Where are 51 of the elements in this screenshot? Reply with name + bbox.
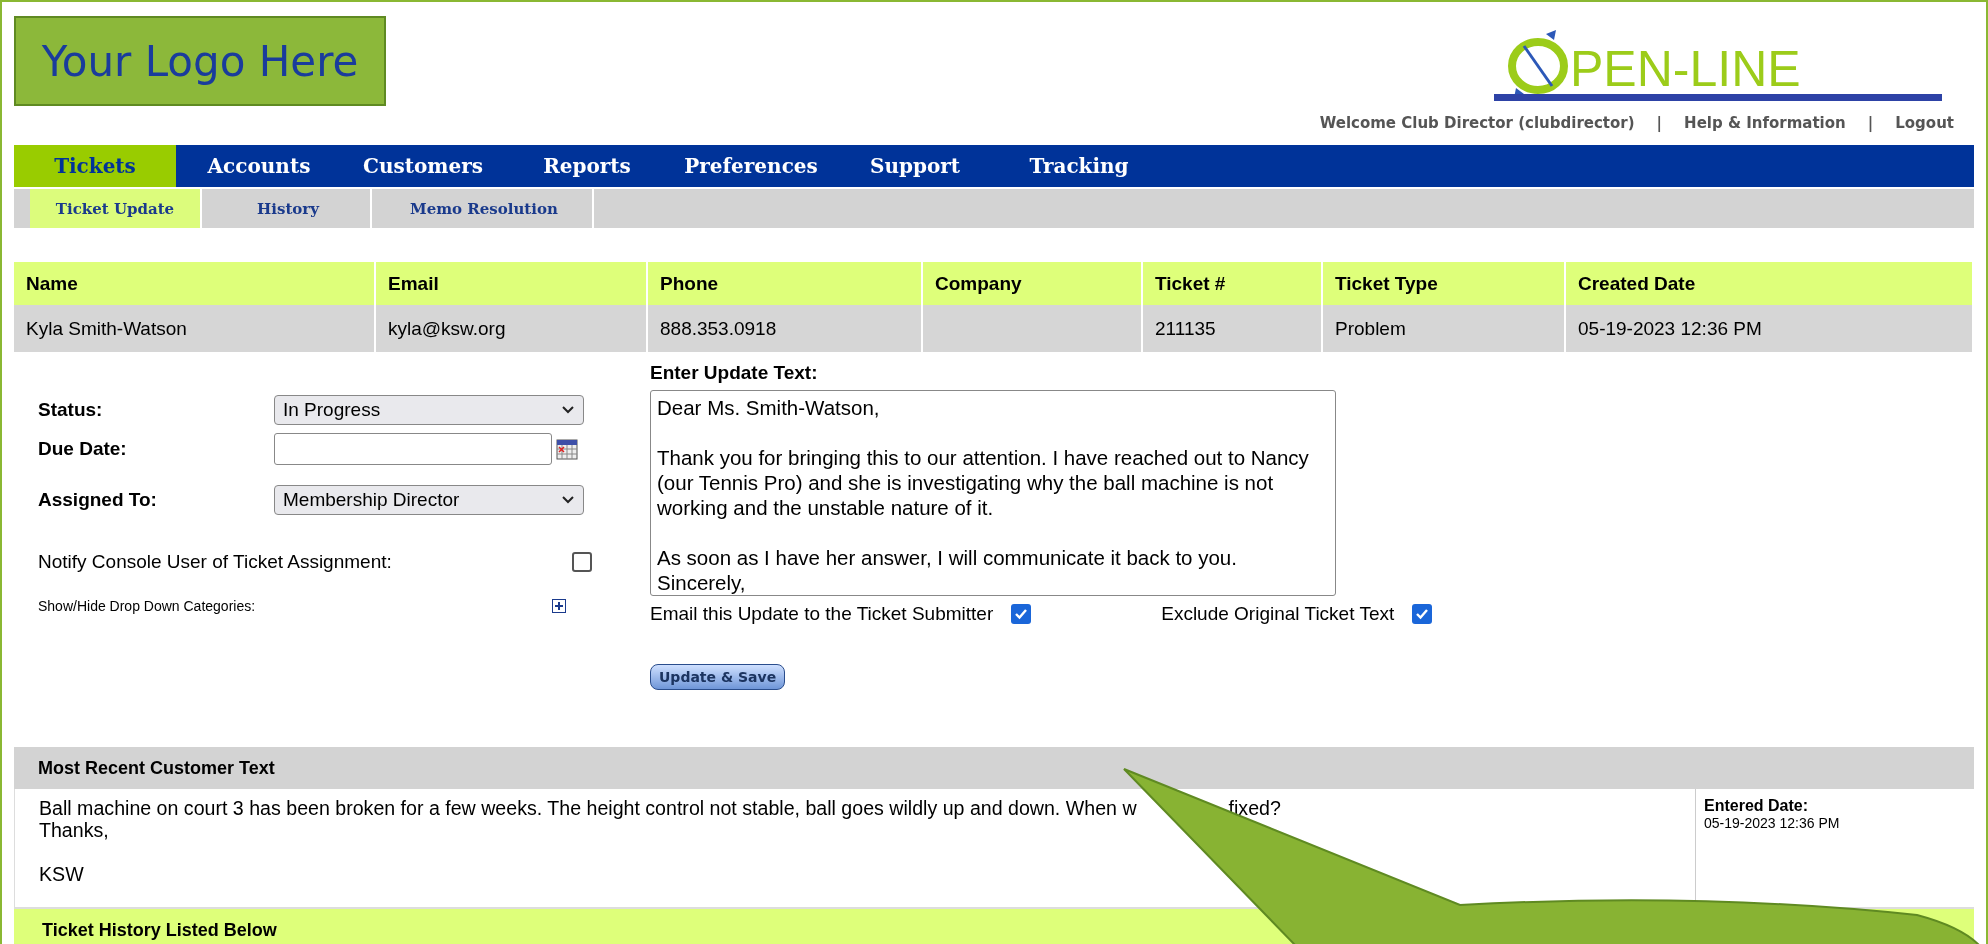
field-label: Show/Hide Drop Down Categories: (38, 598, 257, 614)
welcome-text: Welcome Club Director (clubdirector) (1319, 114, 1635, 132)
field-label: Status: (38, 399, 104, 421)
customer-text: KSW (39, 863, 84, 885)
expand-icon[interactable] (552, 599, 566, 613)
header-link[interactable]: Logout (1895, 114, 1954, 132)
nav-tab[interactable]: Tickets (14, 145, 176, 187)
field-label: Enter Update Text: (650, 362, 819, 384)
brand-name: PEN-LINE (1570, 41, 1801, 97)
table-cell: 211135 (1143, 305, 1323, 352)
option-label: Exclude Original Ticket Text (1161, 603, 1395, 625)
option-label: Email this Update to the Ticket Submitter (650, 603, 994, 625)
table-cell: 05-19-2023 12:36 PM (1566, 305, 1974, 352)
column-header: Created Date (1566, 262, 1974, 305)
field-label: Assigned To: (38, 489, 158, 511)
checkmark-icon (1014, 607, 1029, 621)
field-label: Due Date: (38, 438, 128, 460)
date-value: 05-19-2023 12:36 PM (1704, 815, 1841, 831)
separator: | (1656, 114, 1663, 132)
chevron-down-icon (561, 495, 575, 505)
table-cell: kyla@ksw.org (376, 305, 648, 352)
customer-text: Ball machine on court 3 has been broken for a few weeks. The height control not stable, ball goes wildly up and down. When w (39, 797, 1137, 819)
section-header: Most Recent Customer Text (14, 747, 1974, 789)
checkbox[interactable] (1412, 604, 1433, 624)
update-save-button[interactable]: Update & Save (650, 664, 786, 690)
column-header: Name (14, 262, 376, 305)
table-cell: Problem (1323, 305, 1566, 352)
checkbox[interactable] (572, 552, 592, 572)
logo: Your Logo Here (14, 16, 386, 106)
field-label: Notify Console User of Ticket Assignment: (38, 551, 393, 573)
date-label: Entered Date: (1704, 797, 1810, 815)
sub-tab[interactable]: Ticket Update (30, 189, 202, 228)
column-header: Company (923, 262, 1143, 305)
calendar-icon[interactable] (556, 438, 578, 460)
column-header: Email (376, 262, 648, 305)
column-header: Ticket # (1143, 262, 1323, 305)
customer-text: fixed? (1228, 797, 1281, 819)
assignee-select[interactable]: Membership Director (274, 485, 584, 515)
chevron-down-icon (561, 405, 575, 415)
customer-text: Thanks, (39, 819, 109, 841)
table-cell: Kyla Smith-Watson (14, 305, 376, 352)
separator: | (1867, 114, 1874, 132)
checkbox[interactable] (1011, 604, 1032, 624)
checkmark-icon (1415, 607, 1430, 621)
column-header: Phone (648, 262, 923, 305)
date-field[interactable] (274, 433, 552, 465)
column-header: Ticket Type (1323, 262, 1566, 305)
table-cell: 888.353.0918 (648, 305, 923, 352)
header-link[interactable]: Help & Information (1684, 114, 1846, 132)
update-text-area[interactable]: Dear Ms. Smith-Watson, Thank you for bringing this to our attention. I have reached out to Nancy (our Tennis Pro) and she is investigating why the ball machine is not working and the unstable nature of it. As soon as I have her answer, I will communicate it back to you. Sincerely, (650, 390, 1336, 596)
status-select[interactable]: In Progress (274, 395, 584, 425)
